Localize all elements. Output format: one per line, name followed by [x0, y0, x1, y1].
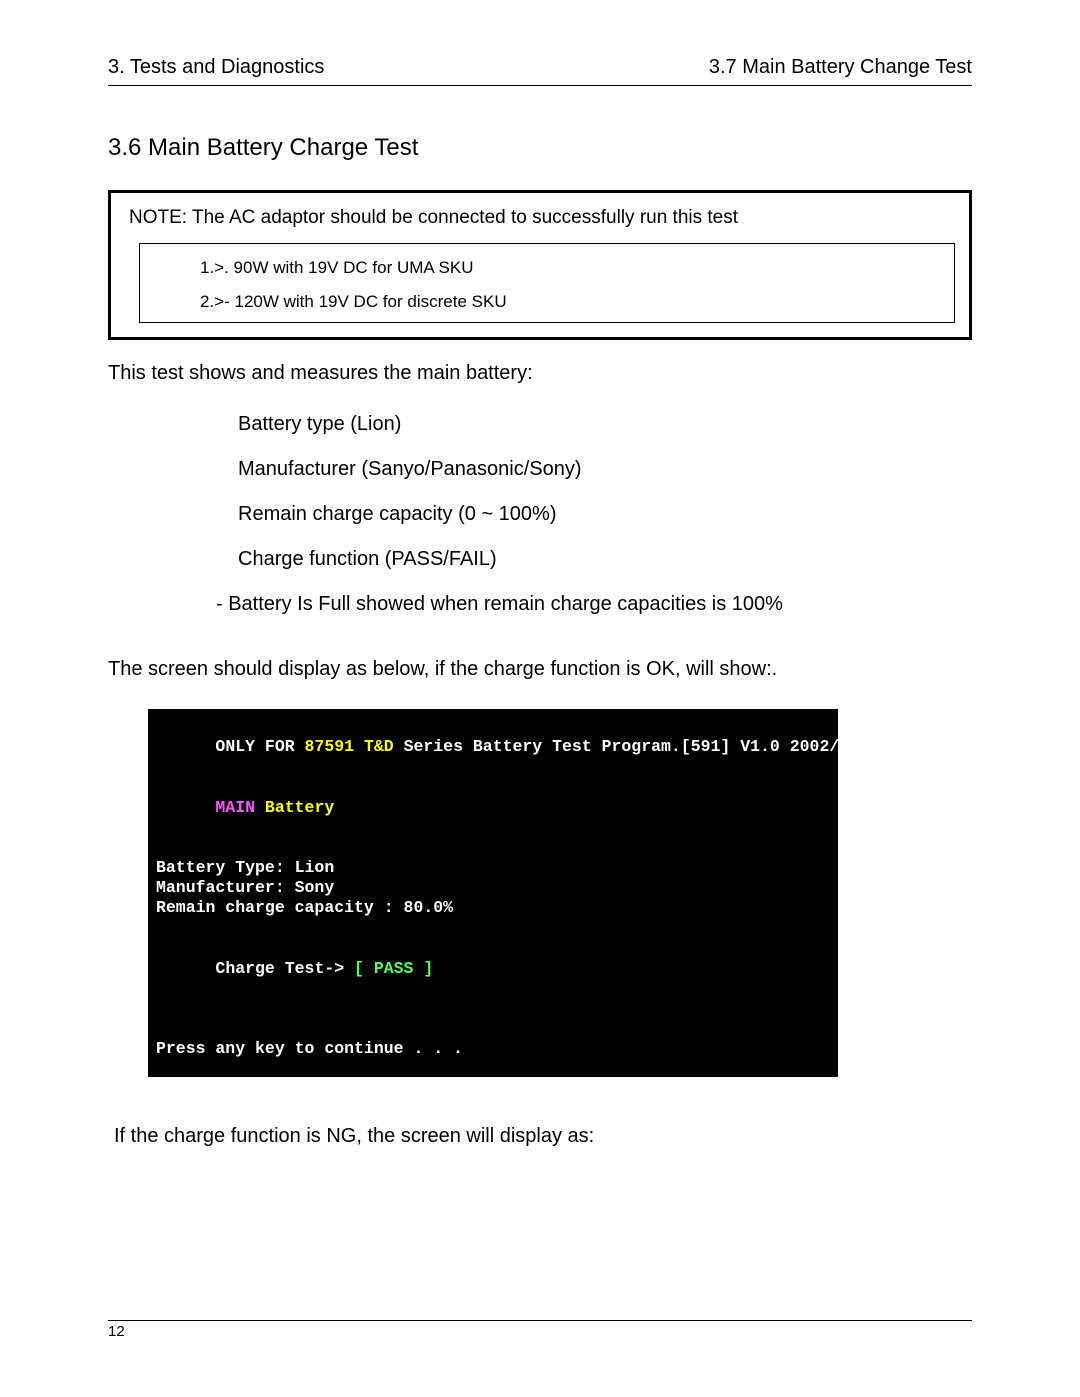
note-line: 2.>- 120W with 19V DC for discrete SKU — [200, 292, 940, 312]
term-text: ONLY FOR — [215, 737, 304, 756]
document-page: 3. Tests and Diagnostics 3.7 Main Batter… — [0, 0, 1080, 1397]
term-text: Charge Test-> — [215, 959, 354, 978]
term-text: Manufacturer: Sony — [156, 878, 830, 898]
header-right: 3.7 Main Battery Change Test — [709, 56, 972, 79]
page-number: 12 — [108, 1323, 125, 1340]
spec-item: Remain charge capacity (0 ~ 100%) — [238, 503, 972, 526]
pre-terminal-text: The screen should display as below, if t… — [108, 658, 972, 681]
note-line: 1.>. 90W with 19V DC for UMA SKU — [200, 258, 940, 278]
term-text: Series Battery Test Program.[591] V1.0 2… — [394, 737, 889, 756]
intro-text: This test shows and measures the main ba… — [108, 362, 972, 385]
spec-list: Battery type (Lion) Manufacturer (Sanyo/… — [108, 413, 972, 616]
note-box: NOTE: The AC adaptor should be connected… — [108, 190, 972, 340]
post-terminal-text: If the charge function is NG, the screen… — [114, 1125, 972, 1148]
note-inner-box: 1.>. 90W with 19V DC for UMA SKU 2.>- 12… — [139, 243, 955, 323]
spec-item: Battery type (Lion) — [238, 413, 972, 436]
page-footer: 12 — [108, 1320, 972, 1341]
page-header: 3. Tests and Diagnostics 3.7 Main Batter… — [108, 56, 972, 79]
spec-note: - Battery Is Full showed when remain cha… — [216, 593, 972, 616]
term-pass: [ PASS ] — [354, 959, 433, 978]
term-blank — [156, 918, 830, 938]
term-blank — [156, 838, 830, 858]
spec-item: Manufacturer (Sanyo/Panasonic/Sony) — [238, 458, 972, 481]
term-text: Press any key to continue . . . — [156, 1039, 830, 1059]
footer-rule — [108, 1320, 972, 1321]
term-label: MAIN — [215, 798, 255, 817]
terminal-screenshot: ONLY FOR 87591 T&D Series Battery Test P… — [148, 709, 838, 1077]
term-blank — [156, 1019, 830, 1039]
header-rule — [108, 85, 972, 86]
header-left: 3. Tests and Diagnostics — [108, 56, 324, 79]
section-title: 3.6 Main Battery Charge Test — [108, 134, 972, 162]
note-heading: NOTE: The AC adaptor should be connected… — [129, 207, 955, 229]
term-text: Battery Type: Lion — [156, 858, 830, 878]
term-highlight: 87591 T&D — [305, 737, 394, 756]
spec-item: Charge function (PASS/FAIL) — [238, 548, 972, 571]
term-text: Remain charge capacity : 80.0% — [156, 898, 830, 918]
term-blank — [156, 999, 830, 1019]
term-highlight: Battery — [255, 798, 334, 817]
